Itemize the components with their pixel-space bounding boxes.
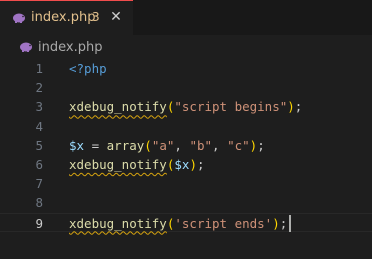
code-token: <?php: [69, 61, 107, 76]
code-text: <?php: [69, 59, 107, 78]
code-text: $x = array("a", "b", "c");: [69, 136, 265, 155]
php-elephant-icon: [20, 42, 32, 52]
code-token: xdebug_notify: [69, 157, 167, 172]
code-token: "script begins": [174, 99, 288, 115]
code-line[interactable]: 8: [0, 193, 372, 212]
line-number: 5: [35, 137, 43, 153]
code-token: ): [189, 157, 197, 172]
code-token: =: [84, 137, 107, 153]
code-editor[interactable]: 1 <?php 2 3 xdebug_notify("script begins"); 4…: [0, 59, 372, 259]
code-token: (: [144, 137, 152, 153]
code-token: ,: [212, 137, 228, 153]
php-elephant-icon: [13, 13, 25, 23]
code-token: $x: [174, 157, 190, 172]
line-number: 6: [35, 157, 43, 172]
code-token: xdebug_notify: [69, 99, 167, 115]
code-token: 'script ends': [174, 215, 273, 231]
code-token: ;: [196, 157, 205, 172]
code-token: ;: [294, 99, 303, 115]
line-number: 7: [35, 176, 43, 192]
line-number: 3: [35, 99, 43, 115]
code-text: xdebug_notify($x);: [69, 155, 205, 174]
code-token: "b": [189, 137, 213, 153]
code-text: xdebug_notify('script ends');: [69, 214, 287, 233]
code-token: array: [106, 137, 145, 153]
tab-index-php[interactable]: index.php 3 ✕: [0, 0, 133, 35]
breadcrumb-item-file[interactable]: index.php: [38, 40, 102, 55]
code-token: "c": [227, 137, 250, 153]
line-number: 4: [35, 118, 43, 134]
code-token: $x: [69, 137, 85, 153]
text-cursor: [289, 214, 291, 232]
code-token: ): [287, 99, 295, 115]
close-icon[interactable]: ✕: [108, 9, 124, 25]
code-line[interactable]: 6 xdebug_notify($x);: [0, 155, 372, 174]
code-line[interactable]: 1 <?php: [0, 59, 372, 78]
code-text: xdebug_notify("script begins");: [69, 97, 302, 116]
line-number: 1: [35, 61, 43, 76]
problem-count-badge: 3: [92, 10, 100, 24]
code-line[interactable]: 4: [0, 117, 372, 136]
code-token: ,: [174, 137, 190, 153]
code-line[interactable]: 3 xdebug_notify("script begins");: [0, 97, 372, 116]
code-token: ;: [257, 137, 265, 153]
code-line[interactable]: 5 $x = array("a", "b", "c");: [0, 136, 372, 155]
code-token: "a": [151, 137, 175, 153]
code-line[interactable]: 9 xdebug_notify('script ends');: [0, 212, 372, 233]
line-number: 8: [35, 195, 43, 211]
line-number: 2: [35, 80, 43, 96]
code-token: xdebug_notify: [69, 215, 167, 231]
code-line[interactable]: 7: [0, 174, 372, 193]
code-line[interactable]: 2: [0, 78, 372, 97]
editor-tab-bar: index.php 3 ✕: [0, 0, 372, 35]
line-number: 9: [35, 215, 43, 231]
code-token: ;: [279, 215, 288, 231]
tab-label: index.php: [31, 10, 96, 25]
code-token: ): [272, 215, 280, 231]
